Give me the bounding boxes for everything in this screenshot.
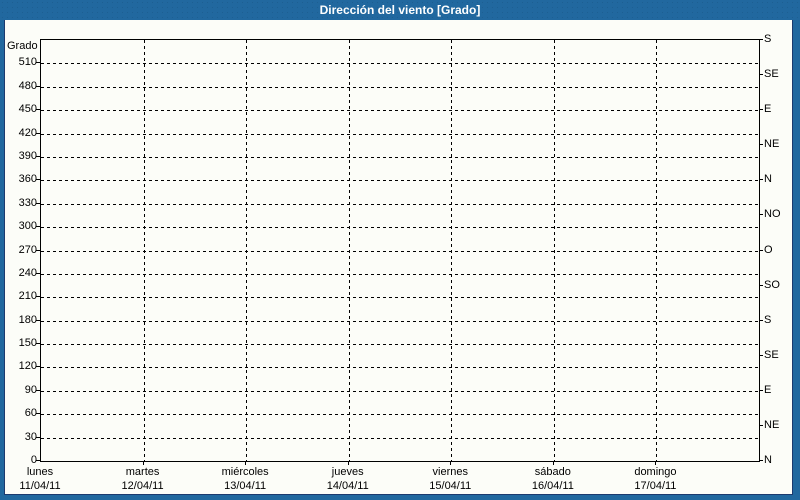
right-axis-label: S: [764, 314, 771, 326]
y-axis-tick-label: 30: [7, 431, 37, 443]
right-axis-tick: [759, 214, 763, 215]
right-axis-tick: [759, 250, 763, 251]
x-axis-day-label: viernes: [433, 466, 468, 479]
y-axis-tick-label: 180: [7, 314, 37, 326]
right-axis-tick: [759, 460, 763, 461]
y-grid-line: [41, 344, 759, 345]
x-axis-tick: [655, 461, 656, 465]
y-axis-tick-label: 150: [7, 337, 37, 349]
right-axis-tick: [759, 179, 763, 180]
right-axis-tick: [759, 355, 763, 356]
window-title-bar: Dirección del viento [Grado]: [0, 0, 800, 20]
y-grid-line: [41, 180, 759, 181]
right-axis-label: S: [764, 33, 771, 45]
right-axis-label: NO: [764, 208, 781, 220]
x-axis-day-label: sábado: [535, 466, 571, 479]
x-axis-day-label: miércoles: [222, 466, 269, 479]
x-axis-date-label: 14/04/11: [327, 480, 369, 493]
right-axis-tick: [759, 74, 763, 75]
y-grid-line: [41, 391, 759, 392]
y-axis-tick-label: 330: [7, 197, 37, 209]
y-grid-line: [41, 157, 759, 158]
x-axis-date-label: 13/04/11: [224, 480, 266, 493]
y-axis-tick-label: 240: [7, 267, 37, 279]
right-axis-tick: [759, 425, 763, 426]
x-axis-tick: [245, 461, 246, 465]
y-grid-line: [41, 204, 759, 205]
x-grid-line: [554, 40, 555, 461]
y-grid-line: [41, 251, 759, 252]
y-grid-line: [41, 438, 759, 439]
y-axis-tick-label: 450: [7, 103, 37, 115]
y-grid-line: [41, 297, 759, 298]
x-grid-line: [349, 40, 350, 461]
right-axis-label: NE: [764, 138, 779, 150]
right-axis-label: E: [764, 103, 771, 115]
y-grid-line: [41, 414, 759, 415]
right-axis-label: SE: [764, 68, 779, 80]
y-axis-tick-label: 360: [7, 173, 37, 185]
y-axis-tick-label: 0: [7, 454, 37, 466]
plot-area: [40, 39, 760, 462]
x-axis-date-label: 17/04/11: [634, 480, 676, 493]
y-grid-line: [41, 63, 759, 64]
x-grid-line: [144, 40, 145, 461]
x-axis-date-label: 16/04/11: [532, 480, 574, 493]
x-axis-date-label: 12/04/11: [122, 480, 164, 493]
x-axis-day-label: jueves: [332, 466, 364, 479]
right-axis-tick: [759, 390, 763, 391]
right-axis-tick: [759, 144, 763, 145]
x-axis-tick: [450, 461, 451, 465]
y-axis-tick-label: 510: [7, 56, 37, 68]
y-axis-tick-label: 270: [7, 244, 37, 256]
y-axis-tick-label: 480: [7, 80, 37, 92]
x-axis-tick: [348, 461, 349, 465]
y-axis-tick-label: 60: [7, 407, 37, 419]
x-axis-day-label: lunes: [27, 466, 53, 479]
y-grid-line: [41, 110, 759, 111]
y-axis-tick-label: 90: [7, 384, 37, 396]
x-grid-line: [656, 40, 657, 461]
y-axis-unit-label: Grado: [7, 40, 39, 52]
y-grid-line: [41, 87, 759, 88]
y-grid-line: [41, 321, 759, 322]
x-grid-line: [246, 40, 247, 461]
chart-window: Dirección del viento [Grado] Grado 0 30 60…: [0, 0, 800, 500]
x-axis-tick: [143, 461, 144, 465]
x-grid-line: [451, 40, 452, 461]
x-axis-day-label: domingo: [634, 466, 676, 479]
x-axis-date-label: 11/04/11: [19, 480, 60, 493]
y-axis-tick-label: 390: [7, 150, 37, 162]
right-axis-tick: [759, 109, 763, 110]
y-grid-line: [41, 367, 759, 368]
y-grid-line: [41, 134, 759, 135]
x-axis-day-label: martes: [126, 466, 160, 479]
right-axis-tick: [759, 285, 763, 286]
y-grid-line: [41, 274, 759, 275]
y-axis-tick-label: 420: [7, 127, 37, 139]
right-axis-tick: [759, 39, 763, 40]
right-axis-tick: [759, 320, 763, 321]
right-axis-label: N: [764, 454, 772, 466]
y-axis-tick-label: 210: [7, 290, 37, 302]
x-axis-tick: [553, 461, 554, 465]
right-axis-label: E: [764, 384, 771, 396]
chart-content-area: Grado 0 30 60 90 120 150 180 210 240 270 300 330 360…: [4, 20, 793, 495]
y-axis-tick-label: 300: [7, 220, 37, 232]
y-axis-tick-label: 120: [7, 360, 37, 372]
window-title: Dirección del viento [Grado]: [320, 3, 481, 17]
y-grid-line: [41, 227, 759, 228]
right-axis-label: SO: [764, 279, 780, 291]
right-axis-label: N: [764, 173, 772, 185]
x-axis-date-label: 15/04/11: [429, 480, 471, 493]
right-axis-label: NE: [764, 419, 779, 431]
right-axis-label: O: [764, 244, 773, 256]
right-axis-label: SE: [764, 349, 779, 361]
